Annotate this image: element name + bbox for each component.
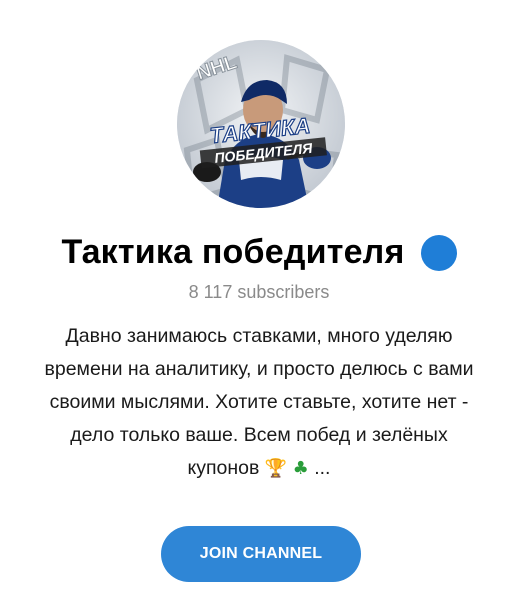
channel-title-row: Тактика победителя: [0, 228, 518, 276]
avatar-image: NHL ТАКТИКА ПОБЕДИТЕЛЯ: [177, 40, 345, 208]
description-line: Давно занимаюсь ставками, много уделяю: [65, 325, 453, 347]
verified-badge-icon: [420, 235, 457, 271]
channel-preview-card: NHL ТАКТИКА ПОБЕДИТЕЛЯ Тактика победител…: [0, 0, 518, 595]
channel-description: Давно занимаюсь ставками, много уделяю в…: [20, 320, 498, 485]
description-line: своими мыслями. Хотите ставьте, хотите н…: [49, 391, 469, 413]
channel-title: Тактика победителя: [61, 232, 405, 271]
description-ellipsis: ...: [314, 457, 331, 479]
description-line: купонов: [187, 457, 260, 479]
four-leaf-clover-icon: ♣: [292, 458, 309, 479]
description-line-last: купонов 🏆 ♣ ...: [20, 452, 498, 485]
join-channel-button[interactable]: JOIN CHANNEL: [161, 526, 361, 582]
description-line: времени на аналитику, и просто делюсь с …: [44, 358, 474, 380]
subscriber-count: 8 117 subscribers: [188, 282, 330, 302]
channel-avatar: NHL ТАКТИКА ПОБЕДИТЕЛЯ: [177, 40, 345, 208]
description-line: дело только ваше. Всем побед и зелёных: [70, 424, 448, 446]
trophy-icon: 🏆: [264, 458, 288, 479]
